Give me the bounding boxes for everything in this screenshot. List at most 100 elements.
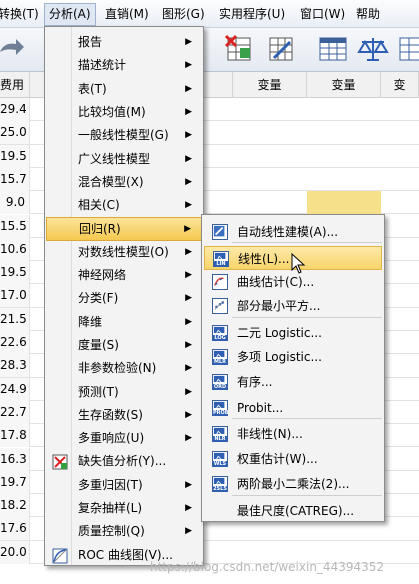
analyze-menu-item[interactable]: 复杂抽样(L) ▶ (46, 497, 202, 520)
column-header-fee[interactable]: 费用 (0, 72, 30, 98)
submenu-arrow-icon: ▶ (185, 153, 192, 164)
table-cell[interactable]: 19.5 (0, 144, 30, 168)
redo-icon[interactable] (0, 32, 28, 66)
menu-graphs[interactable]: 图形(G) (158, 4, 209, 24)
analyze-menu-item-label: 非参数检验(N) (78, 361, 157, 376)
table-cell[interactable]: 10.6 (0, 237, 30, 261)
regression-menu-item-label: 两阶最小二乘法(2)... (237, 477, 350, 491)
icon-letters: 2SLS (213, 486, 227, 492)
regression-menu-item-label: Probit... (237, 401, 284, 415)
table-cell[interactable]: 15.7 (0, 167, 30, 191)
watermark: https://blog.csdn.net/weixin_44394352 (150, 560, 385, 574)
analyze-menu-item[interactable]: 非参数检验(N) ▶ (46, 357, 202, 380)
analyze-menu-item[interactable]: 报告 ▶ (46, 31, 202, 54)
table-cell[interactable]: 25.0 (0, 121, 30, 145)
analyze-menu-item[interactable]: 回归(R) ▶ (46, 217, 202, 241)
analyze-menu-item-label: 多重归因(T) (78, 477, 143, 492)
table-cell[interactable]: 19.7 (0, 470, 30, 494)
regression-menu-item[interactable]: 自动线性建模(A)... (204, 220, 382, 244)
analyze-menu-item[interactable]: 度量(S) ▶ (46, 334, 202, 357)
table-cell[interactable]: 22.7 (0, 400, 30, 424)
analyze-menu-item[interactable]: 广义线性模型 ▶ (46, 148, 202, 171)
icon-letters: MLR (213, 359, 227, 365)
menu-separator (232, 495, 382, 496)
regression-menu-item-label: 线性(L)... (238, 252, 290, 266)
table-cell[interactable]: 18.2 (0, 494, 30, 518)
table-cell[interactable]: 15.5 (0, 214, 30, 238)
auto-linear-icon (212, 224, 228, 240)
binary-logistic-icon: LOG (212, 325, 228, 341)
regression-menu-item[interactable]: LOG 二元 Logistic... (204, 321, 382, 345)
analyze-menu-item[interactable]: 描述统计 ▶ (46, 54, 202, 77)
regression-menu-item-label: 曲线估计(C)... (237, 275, 315, 289)
analyze-menu-item-label: 生存函数(S) (78, 407, 143, 422)
regression-menu-item[interactable]: WLS 权重估计(W)... (204, 447, 382, 471)
analyze-menu-item[interactable]: 生存函数(S) ▶ (46, 404, 202, 427)
selected-cell[interactable] (307, 191, 381, 215)
analyze-menu: 报告 ▶ 描述统计 ▶ 表(T) ▶ 比较均值(M) ▶ 一般线性模型(G) ▶ 广义线性模型 ▶ 混合… (44, 26, 204, 566)
analyze-menu-item[interactable]: 神经网络 ▶ (46, 264, 202, 287)
regression-menu-item[interactable]: ORD 有序... (204, 370, 382, 394)
analyze-menu-item[interactable]: 降维 ▶ (46, 311, 202, 334)
table-cell[interactable]: 17.8 (0, 424, 30, 448)
column-header-variable[interactable]: 变量 (233, 72, 307, 98)
submenu-arrow-icon: ▶ (184, 224, 191, 235)
analyze-menu-item-label: 表(T) (78, 81, 107, 96)
regression-menu-item-label: 部分最小平方... (237, 299, 321, 313)
table-cell[interactable]: 29.4 (0, 98, 30, 121)
table-cell[interactable]: 16.3 (0, 447, 30, 471)
2sls-icon: 2SLS (212, 476, 228, 492)
regression-menu-item[interactable]: 部分最小平方... (204, 294, 382, 318)
submenu-arrow-icon: ▶ (185, 270, 192, 280)
analyze-menu-item-label: 复杂抽样(L) (78, 501, 143, 515)
table-cell[interactable]: 22.6 (0, 331, 30, 354)
regression-menu-item[interactable]: 最佳尺度(CATREG)... (204, 499, 382, 523)
menu-transform[interactable]: 转换(T) (0, 4, 43, 24)
table-cell[interactable]: 9.0 (0, 191, 30, 215)
table-icon[interactable] (316, 32, 350, 66)
analyze-menu-item[interactable]: 质量控制(Q) ▶ (46, 520, 202, 543)
menu-window[interactable]: 窗口(W) (296, 4, 349, 24)
icon-letters: ORD (213, 384, 227, 390)
delete-variable-icon[interactable] (222, 32, 256, 66)
analyze-menu-item[interactable]: 相关(C) ▶ (46, 194, 202, 217)
regression-menu-item[interactable]: NLR 非线性(N)... (204, 422, 382, 446)
analyze-menu-item[interactable]: 对数线性模型(O) ▶ (46, 241, 202, 264)
analyze-menu-item[interactable]: 一般线性模型(G) ▶ (46, 124, 202, 147)
table-cell[interactable]: 17.0 (0, 284, 30, 308)
regression-menu-item[interactable]: 2SLS 两阶最小二乘法(2)... (204, 472, 382, 496)
grid-view-icon[interactable] (396, 32, 419, 66)
regression-menu-item[interactable]: MLR 多项 Logistic... (204, 345, 382, 369)
table-cell[interactable]: 21.5 (0, 307, 30, 331)
analyze-menu-item-label: 比较均值(M) (78, 104, 146, 119)
menu-analyze[interactable]: 分析(A) (44, 3, 96, 26)
weight-scale-icon[interactable] (356, 32, 390, 66)
table-cell[interactable]: 17.6 (0, 517, 30, 541)
table-cell[interactable]: 24.9 (0, 377, 30, 401)
icon-letters: NLR (213, 436, 227, 442)
analyze-menu-item[interactable]: 比较均值(M) ▶ (46, 101, 202, 124)
submenu-arrow-icon: ▶ (185, 316, 192, 327)
analyze-menu-item[interactable]: 混合模型(X) ▶ (46, 171, 202, 194)
regression-menu-item[interactable]: PROB Probit... (204, 396, 382, 420)
regression-menu-item-label: 最佳尺度(CATREG)... (237, 504, 355, 518)
analyze-menu-item[interactable]: 多重归因(T) ▶ (46, 474, 202, 497)
analyze-menu-item[interactable]: 缺失值分析(Y)... (46, 450, 202, 473)
analyze-menu-item[interactable]: 分类(F) ▶ (46, 287, 202, 310)
menu-direct-marketing[interactable]: 直销(M) (101, 4, 153, 24)
menu-help[interactable]: 帮助 (352, 4, 384, 24)
nonlinear-icon: NLR (212, 426, 228, 442)
column-header-variable[interactable]: 变量 (307, 72, 381, 98)
table-cell[interactable]: 28.3 (0, 354, 30, 378)
table-cell[interactable]: 20.0 (0, 540, 30, 564)
analyze-menu-item[interactable]: 预测(T) ▶ (46, 381, 202, 404)
analyze-menu-item[interactable]: 表(T) ▶ (46, 78, 202, 101)
column-header-variable[interactable]: 变 (381, 72, 419, 98)
table-cell[interactable]: 19.5 (0, 261, 30, 285)
edit-grid-icon[interactable] (264, 32, 298, 66)
submenu-arrow-icon: ▶ (185, 526, 192, 537)
ordinal-icon: ORD (212, 374, 228, 390)
menu-utilities[interactable]: 实用程序(U) (215, 4, 289, 24)
analyze-menu-item[interactable]: 多重响应(U) ▶ (46, 427, 202, 450)
analyze-menu-item-label: 预测(T) (78, 384, 119, 399)
